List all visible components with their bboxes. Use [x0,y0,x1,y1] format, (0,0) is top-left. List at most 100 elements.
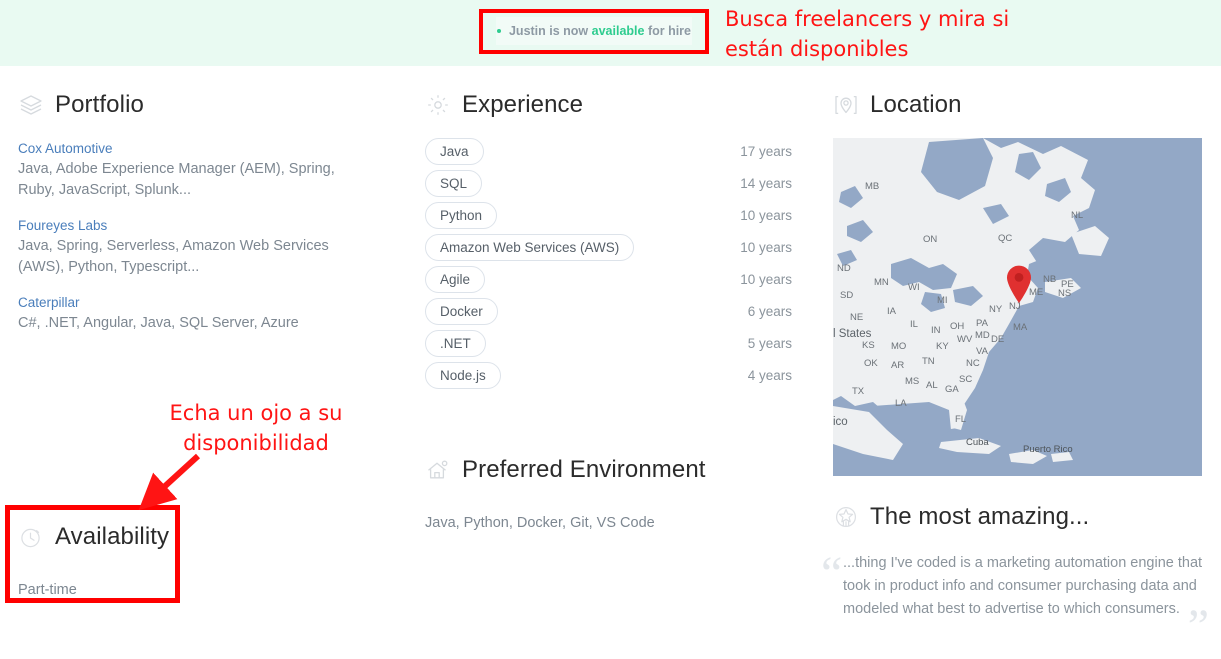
portfolio-company-link[interactable]: Cox Automotive [18,141,418,156]
preferred-environment-section: Preferred Environment Java, Python, Dock… [425,453,825,534]
skill-pill[interactable]: Node.js [425,361,501,389]
availability-highlight: available [591,24,645,38]
annotation-text-top: Busca freelancers y mira si están dispon… [725,7,1010,61]
map-label: NY [989,304,1003,315]
availability-prefix: Justin is now [508,24,592,38]
home-icon [425,457,451,483]
map-label: NB [1043,274,1057,285]
availability-title: Availability [55,523,170,550]
quote-close-icon: ” [1187,600,1209,653]
skill-pill[interactable]: Agile [425,265,486,293]
map-label: l States [833,328,872,340]
map-pin-icon [833,92,859,118]
map-label: NL [1071,210,1084,221]
map-label: AR [891,360,905,371]
map-label: MA [1013,322,1028,333]
map-label: IN [931,325,941,336]
portfolio-item: Foureyes Labs Java, Spring, Serverless, … [18,218,418,278]
availability-status-pill[interactable]: Justin is now available for hire [496,17,692,45]
skill-pill[interactable]: Docker [425,297,498,325]
experience-rows: Java 17 years SQL 14 years Python 10 yea… [425,135,825,391]
location-section: Location MB ON QC NL ND MN SD WI MI NE I… [821,88,1209,651]
skill-years: 6 years [747,303,792,319]
skill-pill[interactable]: Python [425,201,498,229]
portfolio-company-link[interactable]: Foureyes Labs [18,218,418,233]
portfolio-title: Portfolio [55,91,144,118]
skill-years: 10 years [740,239,792,255]
preferred-environment-header: Preferred Environment [425,453,825,487]
portfolio-item: Caterpillar C#, .NET, Angular, Java, SQL… [18,295,418,334]
experience-row: Amazon Web Services (AWS) 10 years [425,231,792,263]
portfolio-header: Portfolio [18,88,418,122]
most-amazing-section: The most amazing... “ ...thing I've code… [821,500,1209,651]
experience-row: Agile 10 years [425,263,792,295]
availability-status-text: Justin is now available for hire [509,24,691,38]
portfolio-tech-list: Java, Spring, Serverless, Amazon Web Ser… [18,238,329,275]
status-dot-icon [496,29,501,33]
experience-row: .NET 5 years [425,327,792,359]
skill-years: 10 years [740,207,792,223]
map-label: KS [862,340,875,351]
map-label: MS [905,376,920,387]
map-label: SD [840,290,854,301]
map-label: MN [874,277,889,288]
map-label: OH [950,321,965,332]
map-label: Puerto Rico [1023,444,1073,455]
map-label: QC [998,233,1013,244]
skill-years: 4 years [747,367,792,383]
portfolio-item: Cox Automotive Java, Adobe Experience Ma… [18,141,418,201]
map-label: IL [910,319,918,330]
skill-pill[interactable]: .NET [425,329,486,357]
experience-row: Java 17 years [425,135,792,167]
annotation-text-availability: Echa un ojo a su disponibilidad [169,401,343,455]
availability-header: Availability [5,520,185,554]
map-labels: MB ON QC NL ND MN SD WI MI NE IA IL IN OH NY PA MD DE NJ MA… [833,138,1202,476]
map-label: MI [937,295,948,306]
map-label: WI [908,282,920,293]
map-label: LA [895,398,907,409]
skill-pill[interactable]: Java [425,137,484,165]
experience-header: Experience [425,88,825,122]
map-label: DE [991,334,1005,345]
availability-suffix: for hire [644,24,692,38]
map-label: FL [955,414,967,425]
portfolio-section: Portfolio Cox Automotive Java, Adobe Exp… [18,88,418,598]
most-amazing-quote-text: ...thing I've coded is a marketing autom… [843,555,1203,617]
most-amazing-title: The most amazing... [870,503,1090,530]
layers-icon [18,92,44,118]
map-label: MD [975,330,990,341]
map-label: ico [833,416,848,428]
quote-open-icon: “ [821,547,843,600]
map-label: PA [976,318,988,329]
map-label: AL [926,380,938,391]
map-marker-icon [1005,264,1033,304]
map-label: NS [1058,288,1072,299]
portfolio-tech-list: C#, .NET, Angular, Java, SQL Server, Azu… [18,315,299,331]
map-label: ND [837,263,851,274]
skill-pill[interactable]: SQL [425,169,483,197]
portfolio-company-link[interactable]: Caterpillar [18,295,418,310]
star-badge-icon [833,504,859,530]
map-label: TN [922,356,935,367]
experience-row: Docker 6 years [425,295,792,327]
map-label: GA [945,384,959,395]
map-label: NC [966,358,980,369]
map-label: ON [923,234,938,245]
map-label: MO [891,341,907,352]
location-title: Location [870,91,962,118]
portfolio-list: Cox Automotive Java, Adobe Experience Ma… [18,141,418,334]
map-label: VA [976,346,988,357]
map-label: NE [850,312,864,323]
most-amazing-header: The most amazing... [833,500,1205,534]
skill-years: 5 years [747,335,792,351]
skill-pill[interactable]: Amazon Web Services (AWS) [425,233,635,261]
experience-row: Python 10 years [425,199,792,231]
map-label: WV [957,334,973,345]
map-label: TX [852,386,865,397]
portfolio-tech-list: Java, Adobe Experience Manager (AEM), Sp… [18,161,335,198]
stopwatch-icon [18,524,44,550]
map-label: SC [959,374,973,385]
skill-years: 17 years [740,143,792,159]
gear-icon [425,92,451,118]
location-map[interactable]: MB ON QC NL ND MN SD WI MI NE IA IL IN OH NY PA MD DE NJ MA… [833,138,1202,476]
